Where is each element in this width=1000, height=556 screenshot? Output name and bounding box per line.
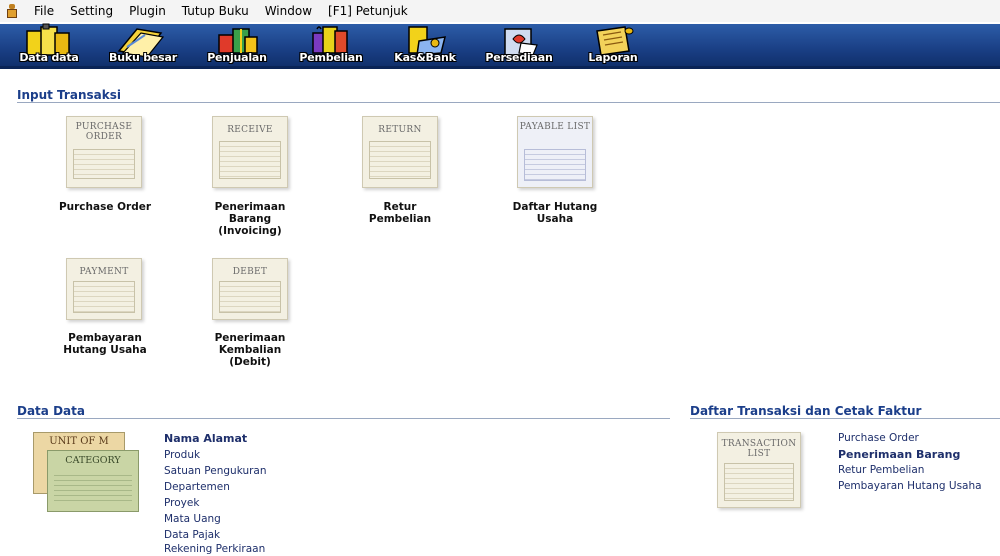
purchase-order-doc-icon[interactable]: PURCHASE ORDER [66,116,142,188]
toolbar-data-data-button[interactable]: Data data [4,21,94,66]
toolbar-penjualan-button[interactable]: Penjualan [192,21,282,66]
penerimaan-kembalian-link[interactable]: Penerimaan Kembalian (Debit) [195,332,305,368]
section-divider [17,102,1000,103]
transaction-list-doc-icon[interactable]: TRANSACTION LIST [717,432,801,508]
toolbar-label: Penjualan [207,51,267,64]
menu-bar: File Setting Plugin Tutup Buku Window [F… [0,0,1000,22]
pembayaran-hutang-usaha-link[interactable]: Pembayaran Hutang Usaha [50,332,160,356]
debet-doc-icon[interactable]: DEBET [212,258,288,320]
menu-file[interactable]: File [26,0,62,22]
proyek-link[interactable]: Proyek [164,497,199,509]
unit-card-title: UNIT OF M [49,436,109,447]
doc-title: TRANSACTION LIST [721,439,797,459]
toolbar-kas-bank-button[interactable]: Kas&Bank [380,21,470,66]
rekening-perkiraan-link[interactable]: Rekening Perkiraan [164,543,265,555]
payable-list-doc-icon[interactable]: PAYABLE LIST [517,116,593,188]
menu-window[interactable]: Window [257,0,320,22]
section-title-data-data: Data Data [17,404,85,418]
category-card[interactable]: CATEGORY [47,450,139,512]
retur-pembelian-link[interactable]: Retur Pembelian [345,201,455,225]
data-pajak-link[interactable]: Data Pajak [164,529,220,541]
section-divider [17,418,670,419]
app-icon[interactable] [4,3,20,19]
toolbar-pembelian-button[interactable]: Pembelian [286,21,376,66]
toolbar-label: Kas&Bank [394,51,456,64]
toolbar-laporan-button[interactable]: Laporan [568,21,658,66]
daftar-pembayaran-hutang-usaha-link[interactable]: Pembayaran Hutang Usaha [838,480,982,492]
daftar-hutang-usaha-link[interactable]: Daftar Hutang Usaha [500,201,610,225]
toolbar-label: Laporan [588,51,638,64]
menu-petunjuk[interactable]: [F1] Petunjuk [320,0,416,22]
produk-link[interactable]: Produk [164,449,200,461]
satuan-pengukuran-link[interactable]: Satuan Pengukuran [164,465,267,477]
departemen-link[interactable]: Departemen [164,481,230,493]
menu-plugin[interactable]: Plugin [121,0,174,22]
mata-uang-link[interactable]: Mata Uang [164,513,221,525]
toolbar-label: Persediaan [485,51,553,64]
toolbar-label: Data data [19,51,79,64]
nama-alamat-link[interactable]: Nama Alamat [164,432,247,445]
main-toolbar: Data data Buku besar Penjualan Pembelian [0,21,1000,69]
section-title-daftar-transaksi: Daftar Transaksi dan Cetak Faktur [690,404,922,418]
doc-title: RECEIVE [227,125,273,135]
doc-title: RETURN [378,125,422,135]
menu-tutup-buku[interactable]: Tutup Buku [174,0,257,22]
toolbar-buku-besar-button[interactable]: Buku besar [98,21,188,66]
daftar-purchase-order-link[interactable]: Purchase Order [838,432,919,444]
doc-title: PAYMENT [79,267,129,277]
toolbar-label: Buku besar [109,51,177,64]
penerimaan-barang-link[interactable]: Penerimaan Barang (Invoicing) [195,201,305,237]
daftar-penerimaan-barang-link[interactable]: Penerimaan Barang [838,448,960,461]
section-divider [690,418,1000,419]
section-title-input-transaksi: Input Transaksi [17,88,121,102]
toolbar-persediaan-button[interactable]: Persediaan [474,21,564,66]
purchase-order-link[interactable]: Purchase Order [50,201,160,213]
doc-title: PAYABLE LIST [519,122,591,132]
doc-title: DEBET [232,267,268,277]
menu-setting[interactable]: Setting [62,0,121,22]
return-doc-icon[interactable]: RETURN [362,116,438,188]
daftar-retur-pembelian-link[interactable]: Retur Pembelian [838,464,924,476]
toolbar-label: Pembelian [299,51,363,64]
doc-title: PURCHASE ORDER [75,122,133,142]
payment-doc-icon[interactable]: PAYMENT [66,258,142,320]
receive-doc-icon[interactable]: RECEIVE [212,116,288,188]
category-card-title: CATEGORY [65,455,121,466]
